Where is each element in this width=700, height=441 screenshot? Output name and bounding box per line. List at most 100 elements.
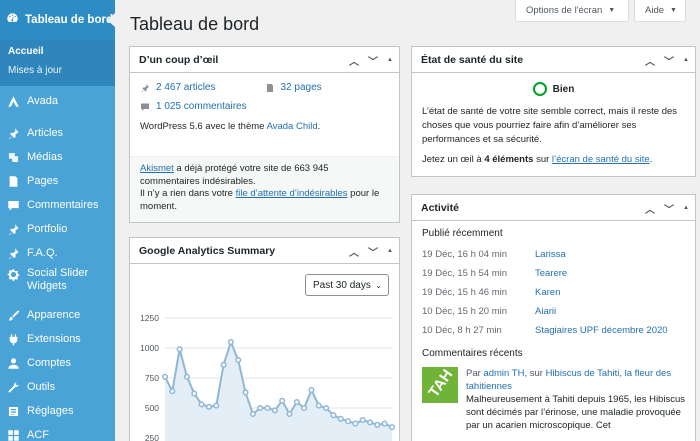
post-link[interactable]: Tearere: [535, 268, 567, 279]
sidebar-item-articles[interactable]: Articles: [0, 121, 115, 145]
list-item: 19 Déc, 16 h 04 min Larissa: [412, 245, 695, 264]
post-link[interactable]: Karen: [535, 287, 560, 298]
chevron-down-icon: ⌄: [375, 280, 382, 290]
sidebar-item-faq[interactable]: F.A.Q.: [0, 241, 115, 265]
sidebar-item-users[interactable]: Comptes: [0, 351, 115, 375]
move-up-icon[interactable]: ︿: [349, 244, 359, 259]
health-check-line: Jetez un œil à 4 éléments sur l’écran de…: [412, 147, 695, 165]
chart-point: [315, 402, 322, 409]
date-range-value: Past 30 days: [313, 279, 371, 291]
chart-area-fill: [165, 342, 392, 441]
sidebar-item-plugins[interactable]: Extensions: [0, 327, 115, 351]
grid-icon: [6, 428, 20, 441]
move-down-icon[interactable]: ﹀: [664, 201, 674, 216]
sidebar-item-label: Apparence: [27, 309, 81, 321]
comment-icon: [141, 103, 149, 111]
chart-point: [345, 418, 352, 425]
sidebar-item-label: Commentaires: [27, 199, 99, 211]
box-controls: ︿ ﹀ ▲: [349, 238, 393, 264]
sidebar-item-label: F.A.Q.: [27, 247, 58, 259]
sidebar-submenu: Accueil Mises à jour: [0, 40, 115, 86]
health-check-suffix: .: [649, 154, 653, 165]
articles-count-link[interactable]: 2 467 articles: [156, 82, 215, 93]
chart-point: [359, 416, 366, 424]
toggle-panel-icon[interactable]: ▲: [387, 248, 393, 254]
admin-sidebar: Tableau de bord Accueil Mises à jour Ava…: [0, 0, 115, 441]
chart-point: [366, 419, 374, 426]
sidebar-item-tools[interactable]: Outils: [0, 375, 115, 399]
move-up-icon[interactable]: ︿: [645, 53, 655, 68]
comment-icon: [6, 198, 20, 212]
sidebar-sub-updates[interactable]: Mises à jour: [0, 61, 115, 80]
comment-author-link[interactable]: admin TH: [483, 368, 524, 379]
toggle-panel-icon[interactable]: ▲: [387, 57, 393, 63]
date-range-select[interactable]: Past 30 days ⌄: [305, 274, 389, 296]
chart-y-tick-label: 500: [145, 403, 159, 413]
list-item: 19 Déc, 15 h 54 min Tearere: [412, 264, 695, 283]
sidebar-item-media[interactable]: Médias: [0, 145, 115, 169]
screen-options-button[interactable]: Options de l'écran ▼: [515, 0, 629, 22]
post-link[interactable]: Aiarii: [535, 306, 556, 317]
akismet-link[interactable]: Akismet: [140, 163, 174, 174]
sidebar-item-portfolio[interactable]: Portfolio: [0, 217, 115, 241]
toggle-panel-icon[interactable]: ▲: [683, 57, 689, 63]
caret-down-icon: ▼: [670, 7, 677, 14]
chart-y-tick-label: 1250: [140, 313, 159, 323]
recent-comments-heading: Commentaires récents: [422, 348, 523, 359]
post-date: 10 Déc, 15 h 20 min: [422, 306, 508, 317]
help-button[interactable]: Aide ▼: [634, 0, 686, 22]
user-icon: [6, 356, 20, 370]
comment-body: Par admin TH, sur Hibiscus de Tahiti, la…: [466, 367, 685, 432]
pin-icon: [6, 126, 20, 140]
chart-point: [337, 415, 344, 422]
sidebar-item-label: Outils: [27, 381, 56, 393]
comments-count-link[interactable]: 1 025 commentaires: [156, 101, 247, 112]
at-a-glance-box: D’un coup d’œil ︿ ﹀ ▲ 2 467 articles 32 …: [129, 46, 400, 223]
pin-icon: [6, 222, 20, 236]
sidebar-item-label: Médias: [27, 151, 63, 163]
wp-version-text: WordPress 5.6 avec le thème Avada Child.: [130, 112, 399, 132]
comment-by: Par: [466, 368, 484, 379]
pin-icon: [6, 246, 20, 260]
activity-box: Activité ︿ ﹀ ▲ Publié récemment 19 Déc, …: [411, 194, 696, 441]
move-up-icon[interactable]: ︿: [645, 201, 655, 216]
theme-link[interactable]: Avada Child: [267, 121, 318, 132]
pages-count-link[interactable]: 32 pages: [281, 82, 322, 93]
sidebar-item-appearance[interactable]: Apparence: [0, 303, 115, 327]
help-label: Aide: [645, 5, 665, 16]
toggle-panel-icon[interactable]: ▲: [683, 205, 689, 211]
post-link[interactable]: Stagiaires UPF décembre 2020: [535, 325, 668, 336]
move-down-icon[interactable]: ﹀: [368, 244, 378, 259]
sidebar-item-comments[interactable]: Commentaires: [0, 193, 115, 217]
chart-y-tick-label: 1000: [140, 343, 159, 353]
site-health-link[interactable]: l’écran de santé du site: [552, 154, 650, 165]
chart-point: [279, 397, 286, 404]
glance-row: 1 025 commentaires: [130, 101, 399, 112]
chart-point: [323, 404, 330, 412]
box-header: Activité ︿ ﹀ ▲: [412, 195, 695, 221]
sidebar-sub-home[interactable]: Accueil: [0, 42, 115, 61]
spam-queue-link[interactable]: file d’attente d’indésirables: [236, 188, 348, 199]
sidebar-item-avada[interactable]: Avada: [0, 89, 115, 113]
avatar-text: TAH: [425, 367, 457, 401]
health-status: Bien: [412, 82, 695, 96]
list-item: 10 Déc, 8 h 27 min Stagiaires UPF décembr…: [412, 321, 695, 340]
chart-point: [374, 421, 381, 428]
pin-icon: [141, 83, 149, 92]
sidebar-item-settings[interactable]: Réglages: [0, 399, 115, 423]
move-up-icon[interactable]: ︿: [349, 53, 359, 68]
sidebar-item-acf[interactable]: ACF: [0, 423, 115, 441]
sidebar-item-dashboard[interactable]: Tableau de bord: [0, 0, 115, 40]
page-title: Tableau de bord: [130, 14, 260, 34]
sidebar-item-pages[interactable]: Pages: [0, 169, 115, 193]
chart-point: [301, 404, 308, 412]
health-circle-icon: [532, 82, 547, 96]
glance-comments: 1 025 commentaires: [140, 101, 340, 112]
post-link[interactable]: Larissa: [535, 249, 566, 260]
sidebar-item-social-slider[interactable]: Social Slider Widgets: [0, 265, 115, 295]
move-down-icon[interactable]: ﹀: [368, 53, 378, 68]
chart-point: [176, 346, 183, 353]
move-down-icon[interactable]: ﹀: [664, 53, 674, 68]
chart-point: [293, 398, 300, 406]
google-analytics-box: Google Analytics Summary ︿ ﹀ ▲ Past 30 d…: [129, 237, 400, 441]
